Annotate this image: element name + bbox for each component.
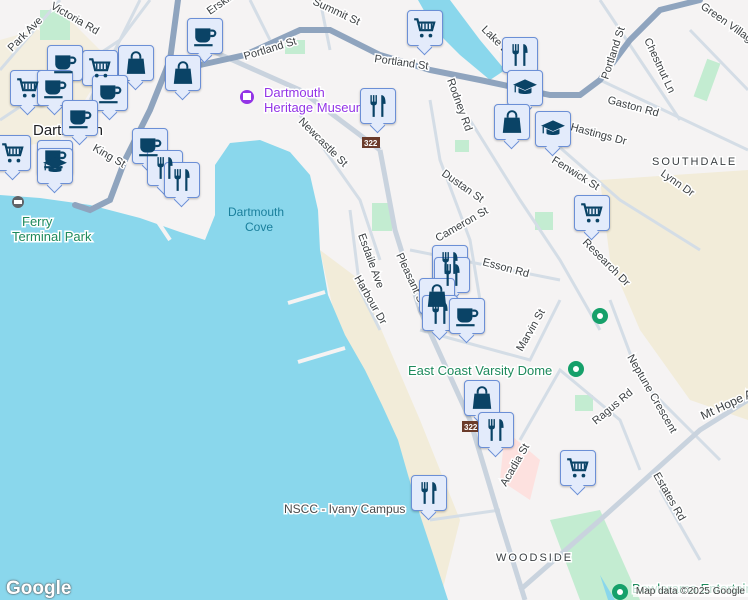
fork-knife-icon bbox=[169, 167, 195, 193]
neighbourhood-label: SOUTHDALE bbox=[652, 156, 737, 168]
cafe-marker[interactable] bbox=[37, 70, 73, 106]
shop-marker[interactable] bbox=[464, 380, 500, 416]
coffee-cup-icon bbox=[67, 105, 93, 131]
graduation-cap-icon bbox=[512, 75, 538, 101]
coffee-cup-icon bbox=[52, 50, 78, 76]
school-marker[interactable] bbox=[507, 70, 543, 106]
fork-knife-icon bbox=[427, 300, 453, 326]
poi-pin[interactable] bbox=[592, 308, 608, 324]
water-label: Cove bbox=[245, 220, 273, 234]
restaurant-marker[interactable] bbox=[411, 475, 447, 511]
shopping-bag-icon bbox=[499, 109, 525, 135]
cafe-marker[interactable] bbox=[449, 298, 485, 334]
route-number: 322 bbox=[464, 423, 478, 432]
neighbourhood-label: WOODSIDE bbox=[496, 552, 573, 564]
shopping-bag-icon bbox=[123, 50, 149, 76]
school-marker[interactable] bbox=[535, 111, 571, 147]
restaurant-marker[interactable] bbox=[502, 37, 538, 73]
poi-label: NSCC - Ivany Campus bbox=[284, 502, 405, 516]
cafe-marker[interactable] bbox=[62, 100, 98, 136]
restaurant-marker[interactable] bbox=[478, 412, 514, 448]
shopping-cart-icon bbox=[87, 55, 113, 81]
shopping-cart-icon bbox=[0, 140, 26, 166]
route-number: 322 bbox=[364, 139, 378, 148]
coffee-cup-icon bbox=[192, 23, 218, 49]
restaurant-marker[interactable] bbox=[360, 88, 396, 124]
map-attribution[interactable]: Map data ©2025 Google bbox=[632, 586, 748, 597]
shop-marker[interactable] bbox=[118, 45, 154, 81]
grocery-store-marker[interactable] bbox=[560, 450, 596, 486]
grocery-store-marker[interactable] bbox=[0, 135, 31, 171]
ferry-icon bbox=[12, 196, 24, 208]
shopping-bag-icon bbox=[170, 60, 196, 86]
fork-knife-icon bbox=[416, 480, 442, 506]
graduation-cap-icon bbox=[540, 116, 566, 142]
coffee-cup-icon bbox=[97, 80, 123, 106]
park-label: Terminal Park bbox=[12, 229, 92, 244]
fork-knife-icon bbox=[365, 93, 391, 119]
water-label: Dartmouth bbox=[228, 205, 284, 219]
cafe-marker[interactable] bbox=[187, 18, 223, 54]
grocery-store-marker[interactable] bbox=[10, 70, 46, 106]
shop-marker[interactable] bbox=[494, 104, 530, 140]
grocery-store-marker[interactable] bbox=[407, 10, 443, 46]
park-label: Ferry bbox=[22, 214, 53, 229]
restaurant-marker[interactable] bbox=[422, 295, 458, 331]
shopping-cart-icon bbox=[579, 200, 605, 226]
coffee-cup-icon bbox=[42, 75, 68, 101]
google-logo: Google bbox=[6, 578, 72, 599]
shopping-cart-icon bbox=[565, 455, 591, 481]
shopping-cart-icon bbox=[15, 75, 41, 101]
bowlarama-pin[interactable] bbox=[612, 584, 628, 600]
restaurant-marker[interactable] bbox=[164, 162, 200, 198]
varsity-dome-pin[interactable] bbox=[568, 361, 584, 377]
cafe-marker[interactable] bbox=[92, 75, 128, 111]
school-marker[interactable] bbox=[37, 148, 73, 184]
shopping-cart-icon bbox=[412, 15, 438, 41]
coffee-cup-icon bbox=[454, 303, 480, 329]
route-shield: 322 bbox=[362, 137, 380, 148]
fork-knife-icon bbox=[483, 417, 509, 443]
poi-label: East Coast Varsity Dome bbox=[408, 363, 552, 378]
shop-marker[interactable] bbox=[165, 55, 201, 91]
graduation-cap-icon bbox=[42, 153, 68, 179]
grocery-store-marker[interactable] bbox=[574, 195, 610, 231]
shopping-bag-icon bbox=[469, 385, 495, 411]
fork-knife-icon bbox=[507, 42, 533, 68]
